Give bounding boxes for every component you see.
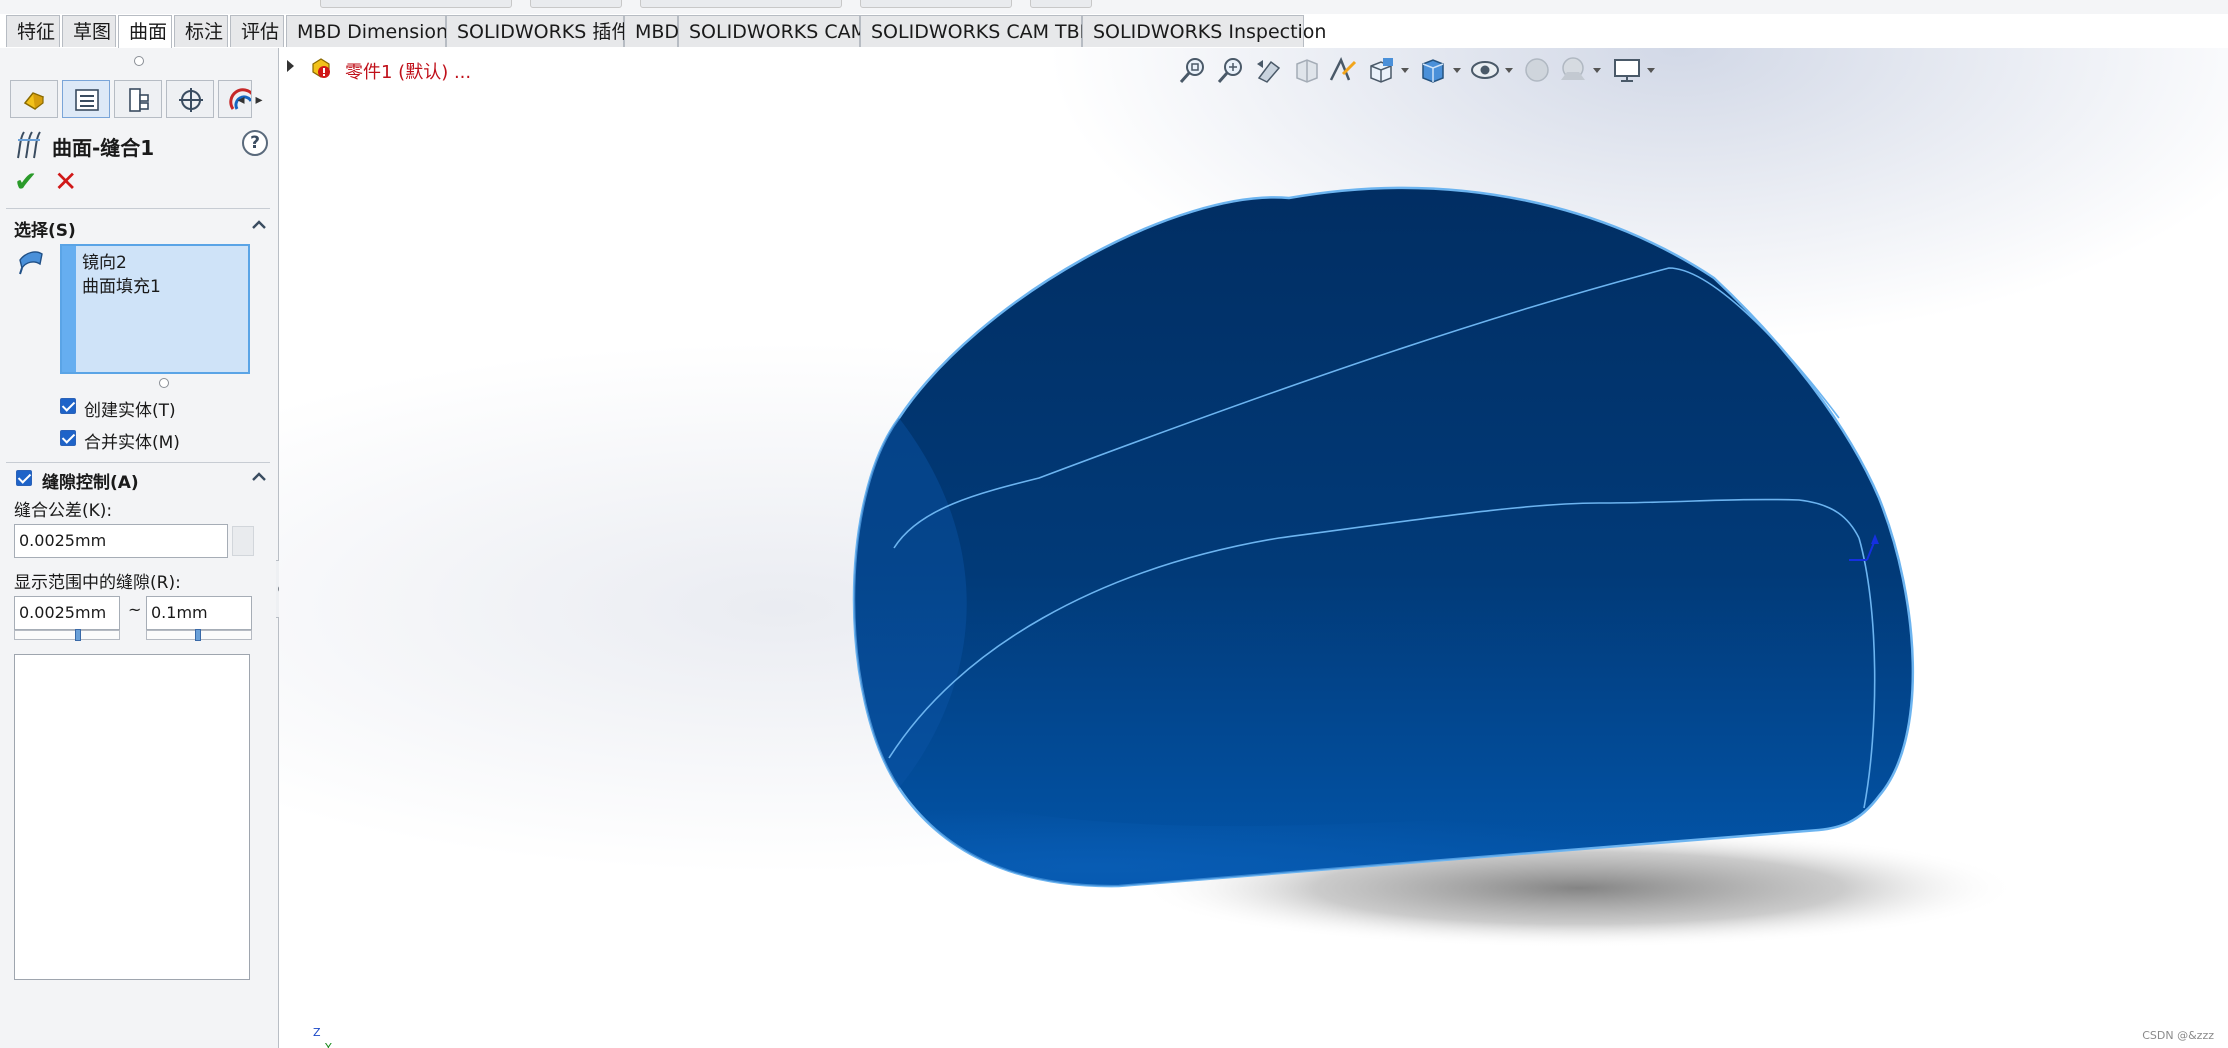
gap-max-input[interactable]: 0.1mm	[146, 596, 252, 630]
property-manager-panel: ◂ ▸ 曲面-缝合1 ? ✔ ✕ 选择(S) 镜向2 曲面填充1 创建实体(T)…	[0, 48, 279, 1048]
crosshair-icon	[179, 88, 203, 112]
toolbar-ghost-button[interactable]	[1030, 0, 1092, 8]
gap-min-slider[interactable]	[14, 629, 120, 641]
gap-min-slider-thumb[interactable]	[75, 629, 81, 641]
gap-min-input[interactable]: 0.0025mm	[14, 596, 120, 630]
tab-scroll-right-button[interactable]: ▸	[252, 90, 266, 110]
tab-mbd-dimensions[interactable]: MBD Dimensions	[286, 15, 458, 47]
selection-list-box[interactable]: 镜向2 曲面填充1	[60, 244, 250, 374]
collapse-gap-control-icon[interactable]	[250, 468, 268, 486]
gap-control-section-title: 缝隙控制(A)	[42, 473, 139, 493]
selection-list-color-strip	[62, 246, 76, 372]
knit-surface-icon	[17, 131, 41, 159]
help-button[interactable]: ?	[242, 130, 268, 156]
property-manager-header: 曲面-缝合1 ?	[14, 128, 268, 162]
panel-resize-handle[interactable]	[134, 56, 144, 66]
divider	[6, 462, 270, 463]
feature-manager-icon	[23, 92, 45, 111]
tab-solidworks-cam-tbm[interactable]: SOLIDWORKS CAM TBM	[860, 15, 1096, 47]
gap-range-label: 显示范围中的缝隙(R):	[14, 573, 181, 593]
tab-markup[interactable]: 标注	[174, 15, 228, 47]
toolbar-ghost-button[interactable]	[320, 0, 512, 8]
tab-scroll-left-button[interactable]: ◂	[234, 90, 248, 110]
view-triad: Z Y	[313, 1026, 332, 1048]
gap-control-checkbox[interactable]	[16, 470, 32, 486]
triad-z-label: Z	[313, 1026, 321, 1039]
dimxpert-manager-tab[interactable]	[166, 80, 214, 118]
surface-body[interactable]	[852, 186, 1915, 888]
property-manager-title: 曲面-缝合1	[52, 136, 155, 160]
triad-y-label: Y	[325, 1041, 332, 1048]
tab-evaluate[interactable]: 评估	[230, 15, 284, 47]
merge-entities-label: 合并实体(M)	[84, 433, 180, 453]
tab-surfaces[interactable]: 曲面	[118, 15, 172, 49]
range-separator: ~	[128, 600, 142, 619]
ribbon-tab-bar: 特征 草图 曲面 标注 评估 MBD Dimensions SOLIDWORKS…	[0, 14, 2228, 49]
selection-item-fill-surface[interactable]: 曲面填充1	[82, 272, 161, 297]
toolbar-ghost-button[interactable]	[860, 0, 1012, 8]
watermark: CSDN @&zzz	[2142, 1029, 2214, 1042]
toolbar-ghost-button[interactable]	[530, 0, 622, 8]
graphics-viewport[interactable]: 零件1 (默认) ... Z Y CSDN @&zzz	[279, 48, 2228, 1048]
gap-max-slider[interactable]	[146, 629, 252, 641]
property-manager-icon	[75, 89, 99, 111]
configuration-manager-icon	[129, 88, 149, 112]
knit-tolerance-input[interactable]: 0.0025mm	[14, 524, 228, 558]
divider	[6, 208, 270, 209]
tab-solidworks-cam[interactable]: SOLIDWORKS CAM	[678, 15, 867, 47]
property-manager-tab[interactable]	[62, 80, 110, 118]
tab-mbd[interactable]: MBD	[624, 15, 679, 47]
surface-selection-icon	[19, 251, 43, 275]
tab-sketch[interactable]: 草图	[62, 15, 116, 47]
tab-features[interactable]: 特征	[6, 15, 60, 47]
tab-solidworks-inspection[interactable]: SOLIDWORKS Inspection	[1082, 15, 1326, 47]
knit-tolerance-label: 缝合公差(K):	[14, 501, 113, 521]
toolbar-ghost-button[interactable]	[640, 0, 842, 8]
knit-tolerance-spinner[interactable]	[232, 526, 254, 556]
selection-item-mirror[interactable]: 镜向2	[82, 248, 127, 273]
cancel-button[interactable]: ✕	[54, 168, 82, 196]
feature-manager-tab[interactable]	[10, 80, 58, 118]
tab-solidworks-addins[interactable]: SOLIDWORKS 插件	[446, 15, 630, 47]
top-toolbar-strip	[0, 0, 2228, 15]
selections-section-title: 选择(S)	[14, 221, 76, 241]
gap-max-slider-thumb[interactable]	[195, 629, 201, 641]
collapse-selections-icon[interactable]	[250, 216, 268, 234]
list-resize-handle[interactable]	[159, 378, 169, 388]
gap-list-box[interactable]	[14, 654, 250, 980]
manager-tab-strip: ◂ ▸	[6, 80, 272, 118]
create-solid-checkbox[interactable]	[60, 398, 76, 414]
surface-model[interactable]	[279, 48, 2228, 1048]
ok-button[interactable]: ✔	[14, 168, 42, 196]
create-solid-label: 创建实体(T)	[84, 401, 176, 421]
configuration-manager-tab[interactable]	[114, 80, 162, 118]
merge-entities-checkbox[interactable]	[60, 430, 76, 446]
